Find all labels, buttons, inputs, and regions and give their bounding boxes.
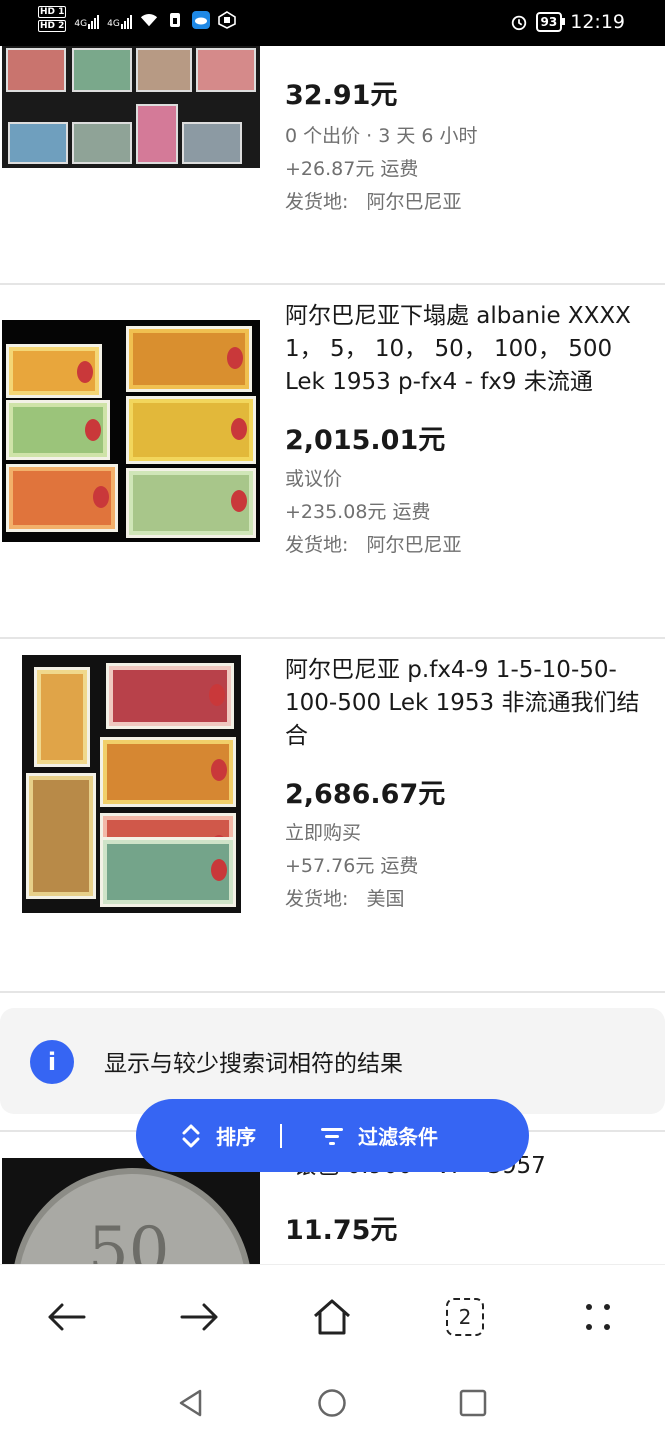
square-recents-icon xyxy=(459,1389,487,1417)
listing-info: 阿尔巴尼亚 p.fx4-9 1-5-10-50-100-500 Lek 1953… xyxy=(285,654,659,916)
arrow-right-icon xyxy=(180,1303,218,1331)
tabs-button[interactable]: 2 xyxy=(443,1295,487,1339)
info-banner-text: 显示与较少搜索词相符的结果 xyxy=(104,1051,403,1077)
menu-button[interactable] xyxy=(576,1295,620,1339)
listing-price: 11.75元 xyxy=(285,1215,398,1246)
sim2-label: HD 2 xyxy=(38,20,67,32)
more-dots-icon xyxy=(586,1304,610,1330)
clock: 12:19 xyxy=(570,11,625,33)
listing-shipping: +26.87元 运费 xyxy=(285,158,419,180)
listing-item[interactable]: 32.91元 0 个出价 · 3 天 6 小时 +26.87元 运费 发货地: … xyxy=(0,46,665,285)
filter-label: 过滤条件 xyxy=(358,1125,438,1149)
listing-format: 立即购买 xyxy=(285,822,362,844)
listing-info: 阿尔巴尼亚下塌處 albanie XXXX 1， 5， 10， 50， 100，… xyxy=(285,300,659,562)
circle-home-icon xyxy=(318,1389,346,1417)
system-nav-bar xyxy=(0,1368,665,1440)
signal2-icon: 4G xyxy=(107,11,132,29)
listing-price: 32.91元 xyxy=(285,80,398,111)
listing-thumbnail[interactable] xyxy=(2,46,260,168)
sim1-label: HD 1 xyxy=(38,6,67,18)
filter-button[interactable]: 过滤条件 xyxy=(320,1121,438,1150)
listing-item[interactable]: 阿尔巴尼亚下塌處 albanie XXXX 1， 5， 10， 50， 100，… xyxy=(0,285,665,639)
listing-location: 发货地: 阿尔巴尼亚 xyxy=(285,534,462,556)
listing-title[interactable]: 阿尔巴尼亚 p.fx4-9 1-5-10-50-100-500 Lek 1953… xyxy=(285,654,659,753)
sim-card-icon xyxy=(166,11,184,29)
listing-format: 或议价 xyxy=(285,468,343,490)
sort-filter-pill: 排序 过滤条件 xyxy=(136,1099,529,1172)
system-home-button[interactable] xyxy=(315,1386,349,1420)
sort-button[interactable]: 排序 xyxy=(180,1121,256,1150)
alarm-icon xyxy=(510,13,528,31)
home-button[interactable] xyxy=(310,1295,354,1339)
listing-thumbnail[interactable] xyxy=(2,320,260,542)
listing-title[interactable]: 阿尔巴尼亚下塌處 albanie XXXX 1， 5， 10， 50， 100，… xyxy=(285,300,659,399)
info-icon: i xyxy=(30,1040,74,1084)
cloud-app-icon xyxy=(191,11,210,29)
listing-location: 发货地: 美国 xyxy=(285,888,405,910)
tabs-count: 2 xyxy=(458,1305,472,1329)
listing-item[interactable]: 阿尔巴尼亚 p.fx4-9 1-5-10-50-100-500 Lek 1953… xyxy=(0,639,665,993)
back-button[interactable] xyxy=(44,1295,88,1339)
listing-info: 32.91元 0 个出价 · 3 天 6 小时 +26.87元 运费 发货地: … xyxy=(285,78,659,219)
listing-thumbnail[interactable] xyxy=(22,655,241,913)
status-bar: HD 1 HD 2 4G 4G 93 12:19 xyxy=(0,0,665,46)
tabs-icon: 2 xyxy=(446,1298,484,1336)
filter-icon xyxy=(321,1127,343,1145)
listing-bids: 0 个出价 · 3 天 6 小时 xyxy=(285,125,478,147)
listing-location: 发货地: 阿尔巴尼亚 xyxy=(285,191,462,213)
system-back-button[interactable] xyxy=(174,1386,208,1420)
system-recents-button[interactable] xyxy=(456,1386,490,1420)
browser-toolbar: 2 xyxy=(0,1264,665,1368)
arrow-left-icon xyxy=(48,1303,86,1331)
sort-icon xyxy=(182,1124,200,1147)
battery-indicator: 93 xyxy=(535,12,565,32)
forward-button[interactable] xyxy=(178,1295,222,1339)
pill-divider xyxy=(280,1123,282,1148)
listing-shipping: +235.08元 运费 xyxy=(285,501,431,523)
wifi-icon xyxy=(140,11,158,29)
sort-label: 排序 xyxy=(216,1125,256,1149)
listing-price: 2,686.67元 xyxy=(285,779,446,810)
status-right: 93 12:19 xyxy=(510,11,625,33)
triangle-back-icon xyxy=(179,1389,202,1417)
listing-price: 2,015.01元 xyxy=(285,425,446,456)
status-left: HD 1 HD 2 4G 4G xyxy=(38,6,236,34)
sim-indicator: HD 1 HD 2 xyxy=(38,6,67,34)
signal1-icon: 4G xyxy=(74,11,100,29)
listing-shipping: +57.76元 运费 xyxy=(285,855,419,877)
app-notification-icon xyxy=(218,11,236,29)
home-icon xyxy=(314,1299,350,1335)
